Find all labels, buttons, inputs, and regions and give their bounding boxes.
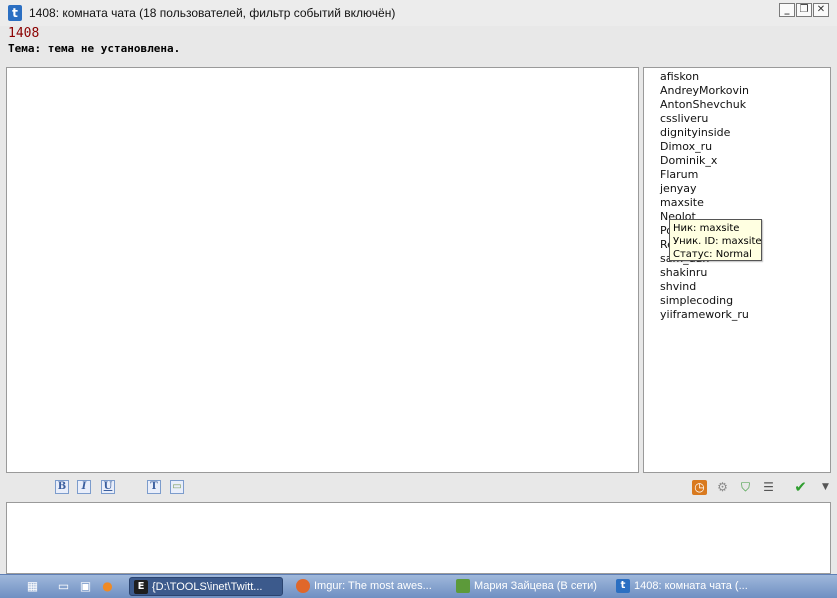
room-topic: Тема: тема не установлена. xyxy=(8,42,181,55)
user-info-tooltip: Ник: maxsite Уник. ID: maxsite Статус: N… xyxy=(669,219,762,261)
tooltip-uid: Уник. ID: maxsite xyxy=(673,236,762,247)
underline-button[interactable]: U xyxy=(101,480,115,494)
list-icon[interactable]: ☰ xyxy=(761,480,776,495)
console-icon: E xyxy=(134,580,148,594)
tooltip-status: Статус: Normal xyxy=(673,249,752,260)
taskbar-item-label: {D:\TOOLS\inet\Twitt... xyxy=(152,581,263,593)
user-list-item[interactable]: cssliveru xyxy=(660,112,830,126)
taskbar-item-chat[interactable]: t 1408: комната чата (... xyxy=(612,577,772,596)
gear-icon[interactable]: ⚙ xyxy=(715,480,730,495)
show-desktop-icon[interactable]: ▭ xyxy=(56,579,71,594)
window-title-bar: t 1408: комната чата (18 пользователей, … xyxy=(0,0,837,26)
chat-log[interactable] xyxy=(6,67,639,473)
twitter-app-icon: t xyxy=(616,579,630,593)
room-name: 1408 xyxy=(8,26,40,41)
user-list-item[interactable]: shakinru xyxy=(660,266,830,280)
clock-icon[interactable]: ◷ xyxy=(692,480,707,495)
insert-image-button[interactable]: ▭ xyxy=(170,480,184,494)
tooltip-nick: Ник: maxsite xyxy=(673,223,740,234)
user-list-item[interactable]: Dimox_ru xyxy=(660,140,830,154)
user-list-item[interactable]: AntonShevchuk xyxy=(660,98,830,112)
close-button[interactable]: ✕ xyxy=(813,3,829,17)
window-controls: _ ❐ ✕ xyxy=(779,3,829,17)
user-list-item[interactable]: maxsite xyxy=(660,196,830,210)
floppy-icon[interactable]: ▣ xyxy=(78,579,93,594)
window-title: 1408: комната чата (18 пользователей, фи… xyxy=(29,6,396,20)
text-style-button[interactable]: T xyxy=(147,480,161,494)
user-list-item[interactable]: AndreyMorkovin xyxy=(660,84,830,98)
shield-check-icon[interactable]: ⛉ xyxy=(738,480,753,495)
user-list-item[interactable]: jenyay xyxy=(660,182,830,196)
user-list-item[interactable]: simplecoding xyxy=(660,294,830,308)
taskbar-item-contact[interactable]: Мария Зайцева (В сети) xyxy=(452,577,604,596)
start-icon[interactable]: ▦ xyxy=(25,579,40,594)
checkmark-icon[interactable]: ✔ xyxy=(793,480,808,495)
user-list-item[interactable]: Dominik_x xyxy=(660,154,830,168)
taskbar-item-console[interactable]: E {D:\TOOLS\inet\Twitt... xyxy=(129,577,283,596)
taskbar-item-label: 1408: комната чата (... xyxy=(634,580,748,592)
user-list-item[interactable]: Flarum xyxy=(660,168,830,182)
user-list-item[interactable]: shvind xyxy=(660,280,830,294)
taskbar: ▦ ▭ ▣ ● E {D:\TOOLS\inet\Twitt... Imgur:… xyxy=(0,574,837,598)
user-list[interactable]: afiskon AndreyMorkovin AntonShevchuk css… xyxy=(643,67,831,473)
taskbar-item-imgur[interactable]: Imgur: The most awes... xyxy=(292,577,442,596)
formatting-toolbar: B I U T ▭ ◷ ⚙ ⛉ ☰ ✔ ▼ xyxy=(0,475,837,499)
bold-button[interactable]: B xyxy=(55,480,69,494)
taskbar-item-label: Imgur: The most awes... xyxy=(314,580,432,592)
user-list-item[interactable]: yiiframework_ru xyxy=(660,308,830,322)
user-list-item[interactable]: afiskon xyxy=(660,70,830,84)
user-list-item[interactable]: dignityinside xyxy=(660,126,830,140)
firefox-icon xyxy=(296,579,310,593)
firefox-icon[interactable]: ● xyxy=(100,579,115,594)
italic-button[interactable]: I xyxy=(77,480,91,494)
restore-button[interactable]: ❐ xyxy=(796,3,812,17)
minimize-button[interactable]: _ xyxy=(779,3,795,17)
chevron-down-icon[interactable]: ▼ xyxy=(818,480,833,495)
messenger-icon xyxy=(456,579,470,593)
twitter-app-icon: t xyxy=(8,5,22,21)
message-input[interactable] xyxy=(6,502,831,574)
taskbar-item-label: Мария Зайцева (В сети) xyxy=(474,580,597,592)
